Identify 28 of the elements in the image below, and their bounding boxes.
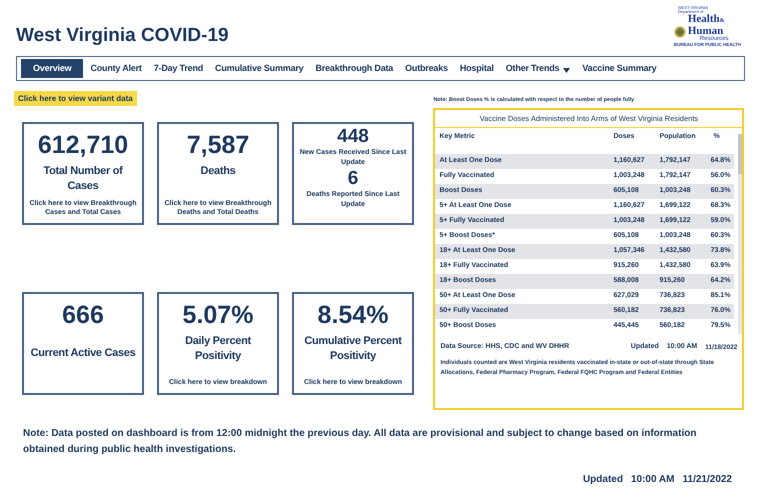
- nav-tab[interactable]: Outbreaks: [400, 59, 453, 78]
- stat-value: 666: [62, 300, 104, 330]
- stat-label: Cumulative Percent Positivity: [303, 334, 403, 364]
- stat-value: 448: [337, 126, 369, 148]
- nav-tab[interactable]: Breakthrough Data: [310, 59, 398, 78]
- stat-value: 612,710: [38, 130, 128, 160]
- nav-tab[interactable]: Cumulative Summary: [210, 59, 308, 78]
- nav-tab[interactable]: 7-Day Trend: [148, 59, 208, 78]
- stat-value: 6: [348, 168, 358, 190]
- nav-tab[interactable]: Overview: [21, 59, 84, 78]
- nav-tab[interactable]: County Alert: [85, 59, 147, 78]
- seal-icon: [674, 26, 686, 38]
- stat-label: Deaths: [200, 164, 236, 179]
- stat-label: Total Number of Cases: [42, 164, 124, 194]
- page-title: West Virginia COVID-19: [16, 24, 229, 48]
- stat-value: 7,587: [186, 130, 250, 160]
- nav-tab[interactable]: Other Trends: [500, 59, 576, 78]
- nav-tab[interactable]: Hospital: [454, 59, 499, 78]
- updated-label: Updated: [582, 473, 623, 487]
- stat-value: 8.54%: [318, 300, 388, 330]
- updated-time: 10:00 AM: [630, 473, 674, 487]
- variant-data-button[interactable]: Click here to view variant data: [14, 91, 137, 106]
- stat-value: 5.07%: [182, 300, 254, 330]
- data-note: Note: Data posted on dashboard is from 12:00 midnight the previous day. All data are provisional and subject to change based on information obtained during public health investigations.: [23, 427, 698, 457]
- updated-date: 11/21/2022: [682, 473, 732, 487]
- nav-tab[interactable]: Vaccine Summary: [577, 59, 662, 78]
- stat-label: Current Active Cases: [30, 346, 136, 361]
- stat-label: Daily Percent Positivity: [184, 334, 252, 364]
